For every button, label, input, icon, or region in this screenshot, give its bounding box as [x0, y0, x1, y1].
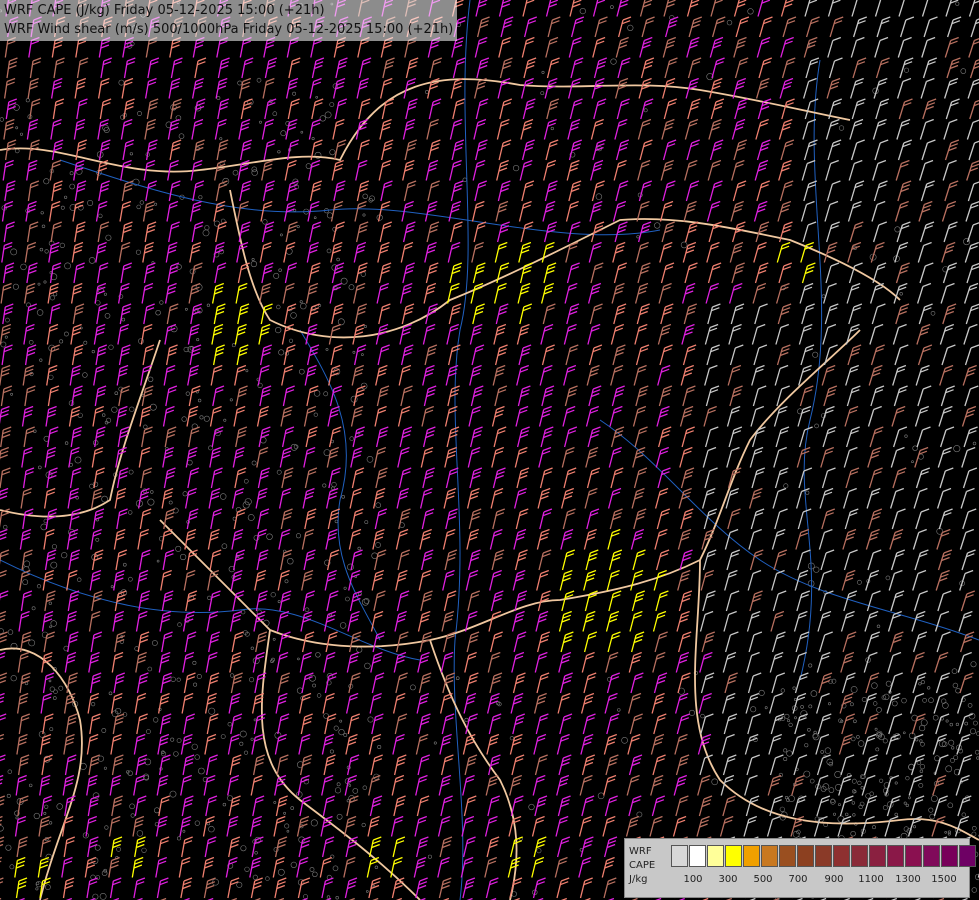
weather-map — [0, 0, 979, 900]
